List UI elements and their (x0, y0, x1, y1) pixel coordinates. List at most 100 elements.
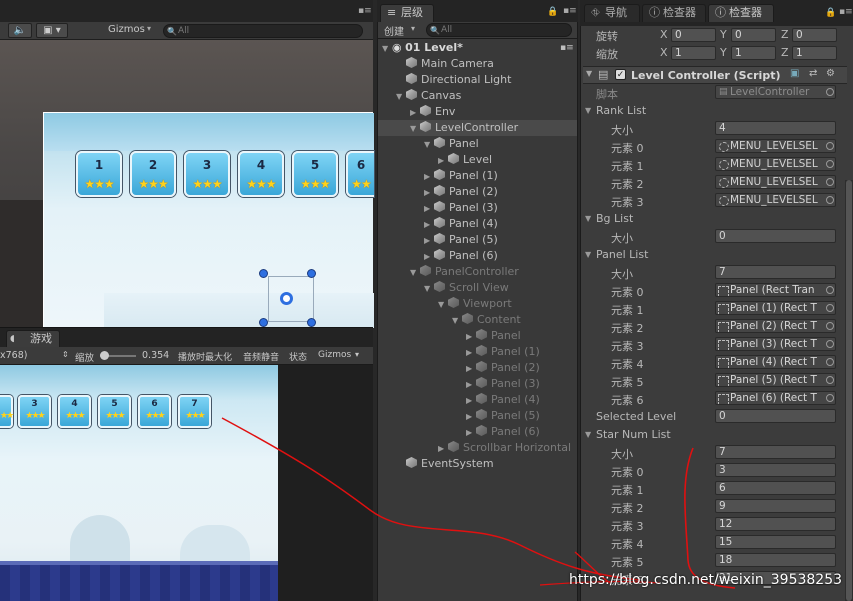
gear-icon[interactable]: ⚙ (826, 68, 835, 79)
panel-list-element-field[interactable]: Panel (3) (Rect T (715, 337, 836, 351)
inspector-scrollbar[interactable] (845, 180, 853, 601)
hierarchy-item[interactable]: ▼ Canvas (378, 88, 577, 104)
hierarchy-item[interactable]: ▶ Panel (1) (378, 344, 577, 360)
hierarchy-item[interactable]: ▶ Panel (4) (378, 216, 577, 232)
expand-arrow-icon[interactable]: ▶ (438, 441, 448, 457)
scale-z-field[interactable]: 1 (792, 46, 837, 60)
expand-arrow-icon[interactable]: ▶ (424, 185, 434, 201)
level-button[interactable]: 3 ★★★ (184, 151, 230, 197)
expand-arrow-icon[interactable]: ▼ (410, 265, 420, 281)
hierarchy-search-input[interactable]: All (426, 23, 572, 37)
scene-canvas-preview[interactable] (43, 112, 374, 328)
expand-arrow-icon[interactable]: ▼ (452, 313, 462, 329)
tab-inspector-1[interactable]: ⓘ 检查器 (642, 4, 706, 22)
object-picker-icon[interactable] (826, 340, 834, 348)
expand-arrow-icon[interactable]: ▼ (585, 430, 591, 439)
rank-list-element-field[interactable]: MENU_LEVELSEL (715, 175, 836, 189)
tab-inspector-2[interactable]: ⓘ 检查器 (708, 4, 774, 22)
star-num-list-element-field[interactable]: 12 (715, 517, 836, 531)
object-picker-icon[interactable] (826, 304, 834, 312)
expand-arrow-icon[interactable]: ▶ (410, 105, 420, 121)
scrollbar-thumb[interactable] (846, 180, 852, 601)
pivot-icon[interactable] (280, 292, 293, 305)
tab-game[interactable]: ◖ 游戏 (6, 330, 60, 347)
panel-list-header[interactable]: Panel List (596, 248, 648, 261)
bg-list-header[interactable]: Bg List (596, 212, 633, 225)
expand-arrow-icon[interactable]: ▶ (466, 393, 476, 409)
star-num-list-element-field[interactable]: 9 (715, 499, 836, 513)
hierarchy-item[interactable]: ▶ Panel (4) (378, 392, 577, 408)
rank-list-element-field[interactable]: MENU_LEVELSEL (715, 157, 836, 171)
object-picker-icon[interactable] (826, 142, 834, 150)
expand-arrow-icon[interactable]: ▼ (438, 297, 448, 313)
hierarchy-item[interactable]: ▶ Env (378, 104, 577, 120)
panel-menu-icon[interactable]: ▪≡ (563, 6, 577, 16)
object-picker-icon[interactable] (826, 178, 834, 186)
hierarchy-item[interactable]: ▼ PanelController (378, 264, 577, 280)
panel-list-element-field[interactable]: Panel (5) (Rect T (715, 373, 836, 387)
expand-arrow-icon[interactable]: ▼ (585, 250, 591, 259)
star-num-list-element-field[interactable]: 6 (715, 481, 836, 495)
star-num-list-element-field[interactable]: 3 (715, 463, 836, 477)
expand-arrow-icon[interactable]: ▼ (396, 89, 406, 105)
expand-arrow-icon[interactable]: ▶ (466, 361, 476, 377)
object-picker-icon[interactable] (826, 286, 834, 294)
rank-list-size-field[interactable]: 4 (715, 121, 836, 135)
expand-arrow-icon[interactable]: ▶ (424, 201, 434, 217)
hierarchy-item[interactable]: ▶ Panel (378, 328, 577, 344)
panel-menu-icon[interactable]: ▪≡ (839, 7, 853, 17)
panel-list-element-field[interactable]: Panel (Rect Tran (715, 283, 836, 297)
rotation-y-field[interactable]: 0 (731, 28, 776, 42)
stats-button[interactable]: 状态 (289, 350, 307, 363)
level-button[interactable]: 4 ★★★ (58, 395, 91, 428)
object-picker-icon[interactable] (826, 160, 834, 168)
star-num-list-size-field[interactable]: 7 (715, 445, 836, 459)
tab-hierarchy[interactable]: ≡ 层级 (380, 4, 434, 22)
rotation-z-field[interactable]: 0 (792, 28, 837, 42)
level-button[interactable]: 5 ★★★ (292, 151, 338, 197)
mute-audio-button[interactable]: 音频静音 (243, 350, 279, 363)
lock-icon[interactable]: 🔒 (825, 8, 836, 18)
level-button[interactable]: 3 ★★★ (18, 395, 51, 428)
panel-list-element-field[interactable]: Panel (4) (Rect T (715, 355, 836, 369)
level-button[interactable]: 4 ★★★ (238, 151, 284, 197)
scene-root-row[interactable]: ▼ ◉ 01 Level* ▪≡ (378, 40, 577, 56)
hierarchy-item[interactable]: ▼ Viewport (378, 296, 577, 312)
rect-handle-br[interactable] (307, 318, 316, 327)
gizmos-menu[interactable]: Gizmos (108, 24, 145, 35)
rank-list-element-field[interactable]: MENU_LEVELSEL (715, 193, 836, 207)
expand-arrow-icon[interactable]: ▼ (585, 106, 591, 115)
scale-x-field[interactable]: 1 (671, 46, 716, 60)
hierarchy-item[interactable]: ▶ Panel (1) (378, 168, 577, 184)
object-picker-icon[interactable] (826, 358, 834, 366)
hierarchy-item[interactable]: ▶ Panel (3) (378, 200, 577, 216)
panel-list-element-field[interactable]: Panel (2) (Rect T (715, 319, 836, 333)
expand-arrow-icon[interactable]: ▶ (424, 217, 434, 233)
selected-level-field[interactable]: 0 (715, 409, 836, 423)
component-enabled-checkbox[interactable]: ✓ (615, 69, 626, 80)
expand-arrow-icon[interactable]: ▶ (424, 233, 434, 249)
expand-arrow-icon[interactable]: ▶ (466, 425, 476, 441)
resolution-dropdown[interactable]: x768) (0, 350, 27, 361)
scale-slider-thumb[interactable] (100, 351, 109, 360)
expand-arrow-icon[interactable]: ▼ (410, 121, 420, 137)
star-num-list-element-field[interactable]: 15 (715, 535, 836, 549)
hierarchy-item[interactable]: ▶ Panel (2) (378, 184, 577, 200)
hierarchy-item[interactable]: Main Camera (378, 56, 577, 72)
level-button[interactable]: ★★ (0, 395, 14, 428)
expand-arrow-icon[interactable]: ▼ (586, 69, 592, 78)
rotation-x-field[interactable]: 0 (671, 28, 716, 42)
audio-toggle-button[interactable]: 🔈 (8, 23, 32, 38)
panel-list-element-field[interactable]: Panel (1) (Rect T (715, 301, 836, 315)
level-button[interactable]: 6 ★★ (346, 151, 374, 197)
hierarchy-item[interactable]: ▶ Panel (5) (378, 232, 577, 248)
hierarchy-item[interactable]: Directional Light (378, 72, 577, 88)
hierarchy-item[interactable]: ▶ Panel (2) (378, 360, 577, 376)
object-picker-icon[interactable] (826, 394, 834, 402)
object-picker-icon[interactable] (826, 376, 834, 384)
scale-y-field[interactable]: 1 (731, 46, 776, 60)
level-button[interactable]: 6 ★★★ (138, 395, 171, 428)
tab-navigation[interactable]: ⛗ 导航 (584, 4, 640, 22)
rank-list-element-field[interactable]: MENU_LEVELSEL (715, 139, 836, 153)
expand-arrow-icon[interactable]: ▶ (466, 345, 476, 361)
